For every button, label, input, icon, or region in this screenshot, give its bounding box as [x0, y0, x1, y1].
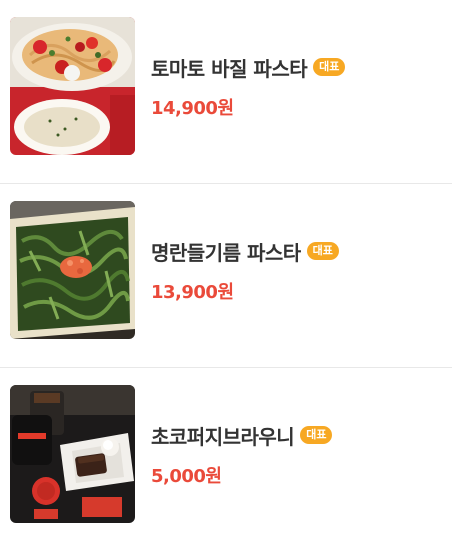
signature-badge: 대표 [313, 58, 346, 76]
menu-item-name: 토마토 바질 파스타 [151, 56, 308, 81]
menu-item-name-row: 명란들기름 파스타 대표 [151, 237, 339, 266]
menu-item-price: 13,900원 [151, 281, 234, 303]
myeongran-perilla-oil-pasta-photo[interactable] [10, 201, 135, 339]
chocolate-fudge-brownie-photo[interactable] [10, 385, 135, 523]
menu-item-info: 명란들기름 파스타 대표 13,900원 [151, 201, 339, 339]
menu-item-info: 초코퍼지브라우니 대표 5,000원 [151, 385, 333, 523]
signature-badge: 대표 [306, 242, 339, 260]
signature-badge: 대표 [300, 426, 333, 444]
menu-item[interactable]: 초코퍼지브라우니 대표 5,000원 [0, 368, 452, 547]
myeongran-pasta-image [10, 201, 135, 339]
menu-item[interactable]: 명란들기름 파스타 대표 13,900원 [0, 184, 452, 368]
menu-item-name: 초코퍼지브라우니 [151, 424, 295, 449]
menu-item[interactable]: 토마토 바질 파스타 대표 14,900원 [0, 0, 452, 184]
menu-item-price: 5,000원 [151, 465, 222, 487]
menu-item-name: 명란들기름 파스타 [151, 240, 301, 265]
tomato-basil-pasta-photo[interactable] [10, 17, 135, 155]
menu-item-name-row: 초코퍼지브라우니 대표 [151, 421, 333, 450]
tomato-basil-pasta-image [10, 17, 135, 155]
menu-item-info: 토마토 바질 파스타 대표 14,900원 [151, 17, 346, 155]
menu-list: 토마토 바질 파스타 대표 14,900원 명란들기름 파스타 대표 13,90… [0, 0, 452, 547]
menu-item-price: 14,900원 [151, 97, 234, 119]
menu-item-name-row: 토마토 바질 파스타 대표 [151, 53, 346, 82]
brownie-image [10, 385, 135, 523]
